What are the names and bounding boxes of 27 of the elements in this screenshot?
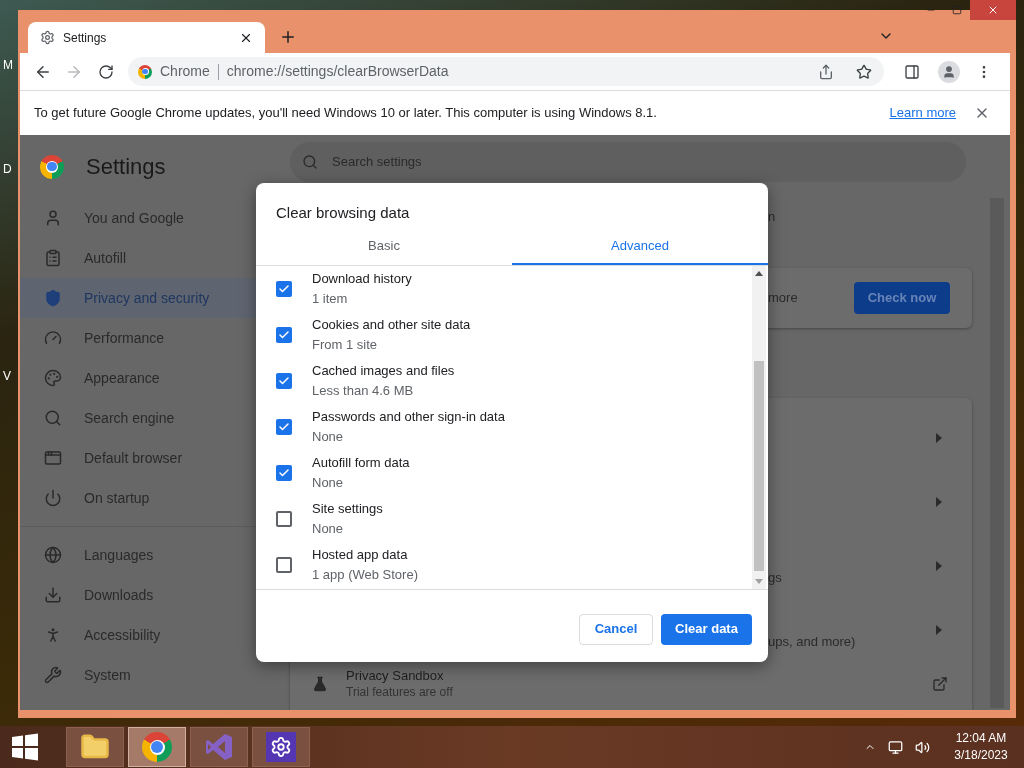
row-title: Privacy Sandbox	[346, 667, 445, 684]
dialog-title: Clear browsing data	[276, 204, 410, 221]
item-detail: 1 app (Web Store)	[312, 566, 418, 584]
item-detail: None	[312, 474, 345, 492]
desktop-icon-label: D	[3, 161, 12, 178]
item-label: Download history	[312, 270, 412, 288]
row-text: gs	[768, 570, 782, 585]
item-label: Site settings	[312, 500, 383, 518]
item-label: Hosted app data	[312, 546, 409, 564]
desktop-icon-label: M	[3, 57, 13, 74]
site-label: Chrome	[160, 62, 210, 81]
row-subtitle: Trial features are off	[346, 684, 454, 701]
item-detail: 1 item	[312, 290, 349, 308]
desktop-icon-label: V	[3, 368, 11, 385]
item-detail: None	[312, 428, 345, 446]
row-text: ups, and more)	[768, 634, 856, 649]
item-label: Autofill form data	[312, 454, 410, 472]
item-label: Cookies and other site data	[312, 316, 471, 334]
item-label: Cached images and files	[312, 362, 455, 380]
item-detail: From 1 site	[312, 336, 378, 354]
item-detail: None	[312, 520, 345, 538]
item-label: Passwords and other sign-in data	[312, 408, 505, 426]
safety-check-text: more	[768, 289, 799, 308]
page-title: Settings	[86, 153, 166, 181]
info-message: To get future Google Chrome updates, you'll need Windows 10 or later. This computer is using Windows 8.1.	[34, 104, 658, 123]
url-text: chrome://settings/clearBrowserData	[226, 62, 450, 81]
item-detail: Less than 4.6 MB	[312, 382, 415, 400]
